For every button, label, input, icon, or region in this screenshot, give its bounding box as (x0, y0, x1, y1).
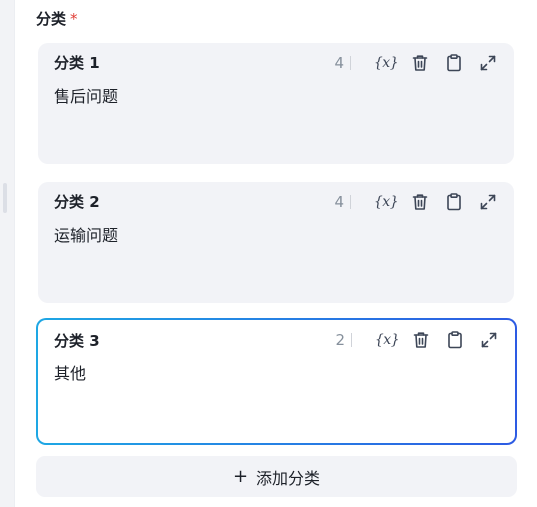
category-title: 分类 3 (54, 332, 100, 350)
variable-button[interactable]: {x} (373, 190, 399, 214)
category-card-3[interactable]: 分类 3 2 {x} 其他 (36, 318, 517, 445)
variable-icon: {x} (373, 55, 399, 71)
card-toolbar: 4 {x} (330, 51, 500, 75)
copy-button[interactable] (442, 190, 466, 214)
plus-icon: + (232, 465, 249, 487)
section-label: 分类 * (36, 8, 78, 30)
required-mark: * (70, 10, 78, 28)
category-content[interactable]: 售后问题 (54, 85, 118, 109)
delete-button[interactable] (408, 190, 432, 214)
add-category-label: 添加分类 (256, 468, 321, 488)
expand-button[interactable] (476, 51, 500, 75)
category-title: 分类 1 (54, 54, 100, 72)
char-count: 2 (335, 331, 345, 349)
left-rail (0, 0, 15, 507)
toolbar-divider (350, 56, 351, 70)
toolbar-divider (351, 333, 352, 347)
resize-handle[interactable] (3, 183, 7, 213)
card-toolbar: 4 {x} (330, 190, 500, 214)
classifier-panel: 分类 * 分类 1 4 {x} 售后问题 分类 2 4 {x} 运输问题 分类 … (0, 0, 537, 507)
category-card-1[interactable]: 分类 1 4 {x} 售后问题 (38, 43, 514, 164)
char-count: 4 (334, 193, 344, 211)
char-count: 4 (334, 54, 344, 72)
category-content[interactable]: 其他 (54, 362, 86, 386)
trash-icon (412, 194, 428, 210)
add-category-button[interactable]: + 添加分类 (36, 456, 517, 497)
delete-button[interactable] (409, 328, 433, 352)
expand-icon (480, 194, 496, 210)
expand-button[interactable] (476, 190, 500, 214)
category-title: 分类 2 (54, 193, 100, 211)
copy-button[interactable] (443, 328, 467, 352)
variable-icon: {x} (374, 332, 400, 348)
expand-icon (480, 55, 496, 71)
delete-button[interactable] (408, 51, 432, 75)
clipboard-icon (448, 331, 462, 349)
variable-icon: {x} (373, 194, 399, 210)
category-card-2[interactable]: 分类 2 4 {x} 运输问题 (38, 182, 514, 303)
variable-button[interactable]: {x} (373, 51, 399, 75)
card-toolbar: 2 {x} (331, 328, 501, 352)
trash-icon (412, 55, 428, 71)
trash-icon (413, 332, 429, 348)
section-label-text: 分类 (36, 10, 67, 28)
copy-button[interactable] (442, 51, 466, 75)
expand-button[interactable] (477, 328, 501, 352)
clipboard-icon (447, 54, 461, 72)
category-content[interactable]: 运输问题 (54, 224, 118, 248)
clipboard-icon (447, 193, 461, 211)
toolbar-divider (350, 195, 351, 209)
variable-button[interactable]: {x} (374, 328, 400, 352)
expand-icon (481, 332, 497, 348)
